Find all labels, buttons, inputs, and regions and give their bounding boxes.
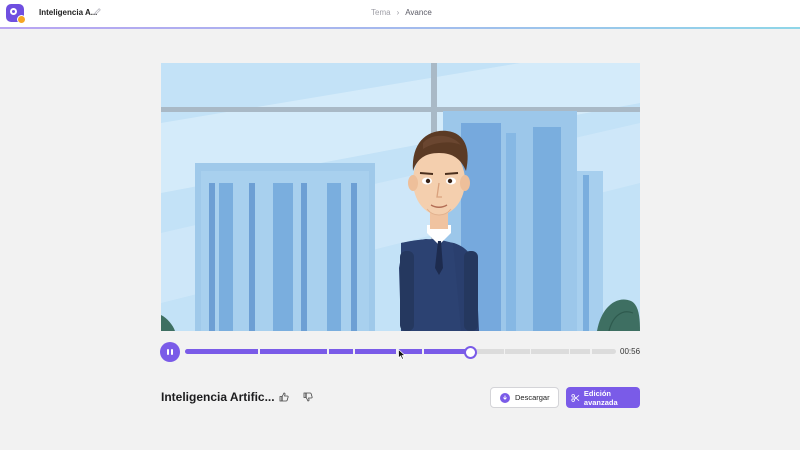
project-title[interactable]: Inteligencia A... — [39, 8, 97, 17]
video-title: Inteligencia Artific... — [161, 390, 275, 404]
like-button[interactable] — [277, 390, 291, 404]
timeline-segment-mark — [529, 349, 532, 354]
breadcrumb: Tema › Avance — [371, 8, 432, 17]
header-gradient-divider — [0, 27, 800, 29]
advanced-edit-button[interactable]: Edición avanzada — [566, 387, 640, 408]
timeline-segment-mark — [353, 349, 355, 354]
timeline-segment-mark — [568, 349, 571, 354]
download-label: Descargar — [515, 393, 550, 402]
pencil-icon[interactable] — [93, 7, 102, 16]
dislike-button[interactable] — [301, 390, 315, 404]
thumbs-up-icon — [279, 392, 289, 402]
top-header: Inteligencia A... Tema › Avance — [0, 0, 800, 27]
breadcrumb-current: Avance — [405, 8, 432, 17]
download-button[interactable]: Descargar — [490, 387, 559, 408]
timeline-segment-mark — [258, 349, 260, 354]
timeline-segment-mark — [503, 349, 506, 354]
timeline-segment-mark — [327, 349, 329, 354]
app-logo[interactable] — [6, 4, 26, 24]
pause-button[interactable] — [160, 342, 180, 362]
download-icon — [500, 392, 510, 403]
breadcrumb-parent[interactable]: Tema — [371, 8, 391, 17]
timeline-scrubber-handle[interactable] — [464, 346, 478, 359]
timeline-segment-mark — [590, 349, 592, 354]
video-frame[interactable] — [161, 63, 640, 331]
mouse-cursor-icon — [398, 349, 406, 360]
scissors-icon — [571, 393, 580, 402]
timeline-segment-mark — [422, 349, 424, 354]
chevron-right-icon: › — [396, 8, 400, 17]
pause-icon — [167, 349, 173, 355]
duration-label: 00:56 — [620, 347, 641, 356]
advanced-edit-label: Edición avanzada — [583, 388, 618, 407]
thumbs-down-icon — [303, 392, 313, 402]
video-scene — [161, 63, 640, 331]
